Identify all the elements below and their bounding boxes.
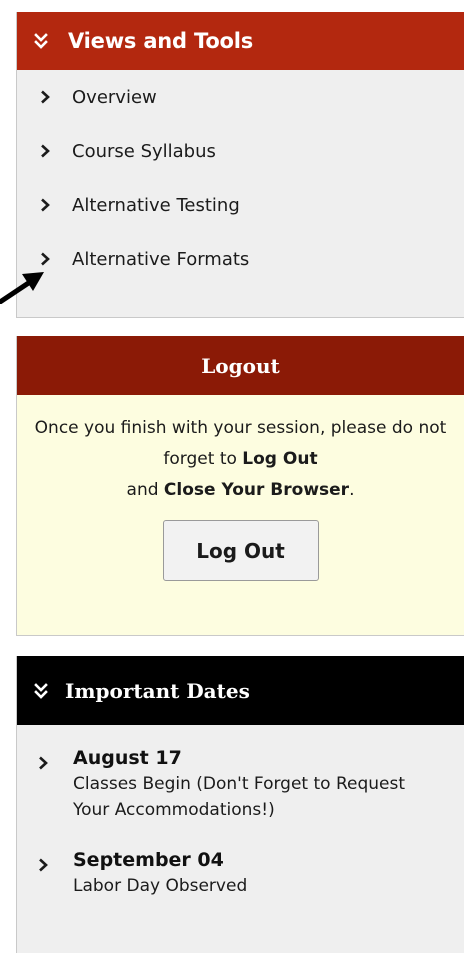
logout-text-bold: Log Out (242, 449, 318, 469)
views-tools-nav: Overview Course Syllabus Alternative Tes… (17, 70, 464, 286)
chevron-right-icon (41, 198, 50, 212)
logout-header: Logout (17, 336, 464, 395)
nav-item-alternative-formats[interactable]: Alternative Formats (17, 232, 464, 286)
logout-text-part: and (126, 480, 164, 500)
views-tools-panel: Views and Tools Overview Course Syllabus… (16, 12, 464, 318)
nav-item-alternative-testing[interactable]: Alternative Testing (17, 178, 464, 232)
views-tools-title: Views and Tools (68, 29, 254, 53)
nav-item-label: Overview (72, 86, 157, 108)
date-title: September 04 (73, 849, 224, 871)
chevron-right-icon (39, 756, 48, 770)
logout-text-bold: Close Your Browser (163, 480, 350, 500)
nav-item-label: Course Syllabus (72, 140, 216, 162)
log-out-button[interactable]: Log Out (162, 520, 319, 581)
logout-text-part: . (349, 480, 355, 500)
important-dates-title: Important Dates (65, 678, 250, 703)
nav-item-label: Alternative Formats (72, 248, 250, 270)
double-chevron-down-icon (34, 682, 48, 699)
date-title: August 17 (73, 747, 182, 769)
date-entry[interactable]: August 17 Classes Begin (Don't Forget to… (17, 745, 464, 823)
important-dates-header[interactable]: Important Dates (17, 656, 464, 725)
double-chevron-down-icon (34, 33, 48, 49)
logout-button-wrap: Log Out (17, 520, 464, 581)
date-description: Classes Begin (Don't Forget to Request Y… (73, 774, 406, 820)
chevron-right-icon (41, 90, 50, 104)
nav-item-course-syllabus[interactable]: Course Syllabus (17, 124, 464, 178)
nav-item-label: Alternative Testing (72, 194, 240, 216)
page: Views and Tools Overview Course Syllabus… (0, 0, 464, 953)
logout-panel: Logout Once you finish with your session… (16, 336, 464, 636)
views-tools-header[interactable]: Views and Tools (17, 12, 464, 70)
date-entry[interactable]: September 04 Labor Day Observed (17, 847, 464, 899)
logout-message: Once you finish with your session, pleas… (17, 413, 464, 506)
chevron-right-icon (39, 858, 48, 872)
pointer-arrow-icon (0, 272, 44, 304)
important-dates-panel: Important Dates August 17 Classes Begin … (16, 656, 464, 953)
logout-text-part: Once you finish with your session, pleas… (34, 418, 447, 469)
chevron-right-icon (41, 144, 50, 158)
nav-item-overview[interactable]: Overview (17, 70, 464, 124)
date-description: Labor Day Observed (73, 876, 248, 896)
